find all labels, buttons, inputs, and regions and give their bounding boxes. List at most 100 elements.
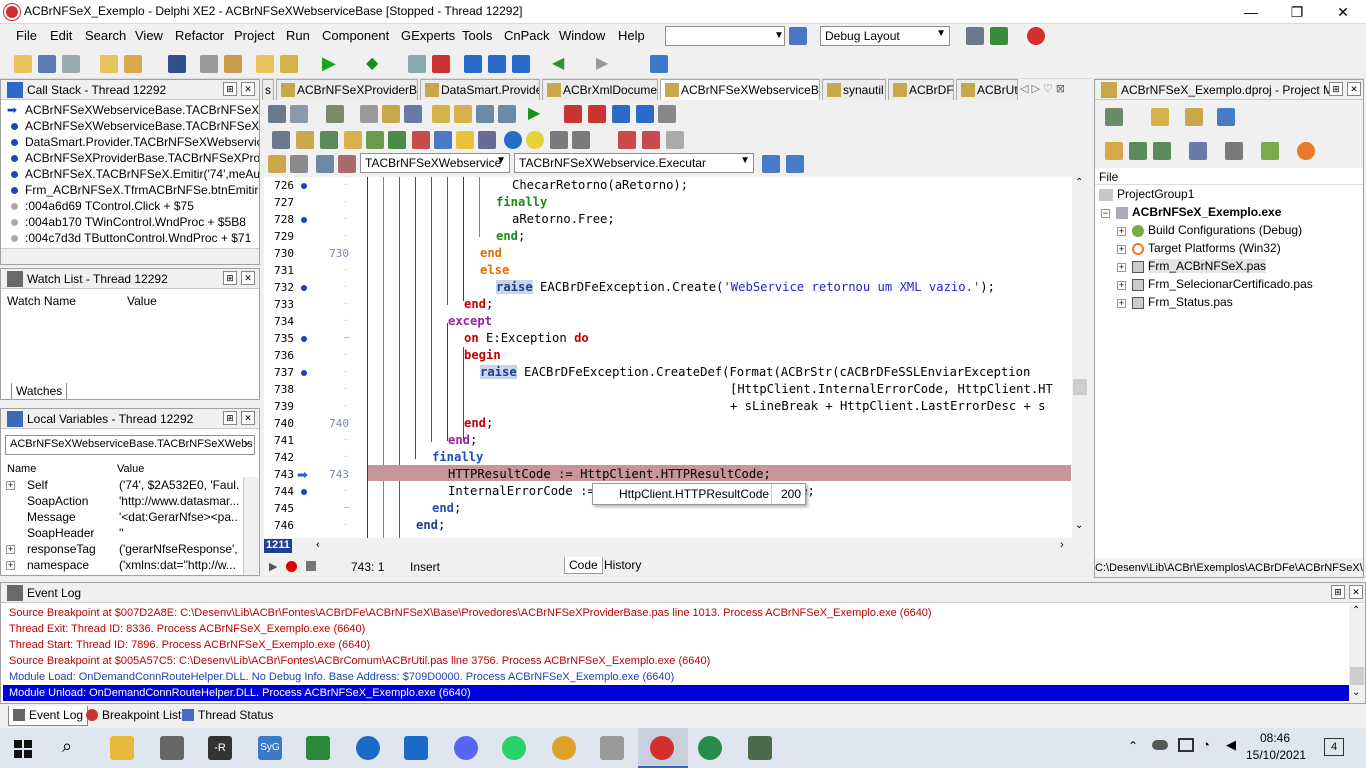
wifi-icon[interactable]: ◔ <box>1202 737 1210 752</box>
chevron-down-icon[interactable]: ▼ <box>774 30 784 41</box>
fold-marker[interactable]: · <box>344 366 347 377</box>
fold-marker[interactable]: · <box>344 281 347 292</box>
call-stack-row[interactable]: ACBrNFSeX.TACBrNFSeX.Emitir('74',meAuton <box>1 166 259 182</box>
chevron-down-icon[interactable]: ⌄ <box>1352 687 1360 698</box>
editor-tool-icon[interactable] <box>272 131 290 149</box>
scroll-thumb[interactable] <box>1350 667 1364 685</box>
tab-watches[interactable]: Watches <box>11 383 68 399</box>
impl-icon[interactable] <box>338 155 356 173</box>
layout-combo[interactable]: Debug Layout ▼ <box>820 26 950 46</box>
editor-tool-icon[interactable] <box>320 131 338 149</box>
close-button[interactable]: ✕ <box>1320 0 1366 24</box>
editor-tool-icon[interactable] <box>658 105 676 123</box>
tab-scroll-buttons[interactable]: ◁▷♡⊠ <box>1020 82 1068 95</box>
editor-tool-icon[interactable] <box>290 155 308 173</box>
menu-tools[interactable]: Tools <box>462 28 492 43</box>
local-var-row[interactable]: SoapHeader '' <box>1 525 243 541</box>
editor-tool-icon[interactable] <box>404 105 422 123</box>
fold-marker[interactable]: · <box>344 451 347 462</box>
menu-view[interactable]: View <box>135 28 163 43</box>
event-log-row-selected[interactable]: Module Unload: OnDemandConnRouteHelper.D… <box>9 685 471 701</box>
editor-tool-icon[interactable] <box>388 131 406 149</box>
call-stack-row[interactable]: ACBrNFSeXProviderBase.TACBrNFSeXProvide <box>1 150 259 166</box>
editor-vscrollbar[interactable]: ⌃ ⌄ <box>1072 177 1088 538</box>
tools-icon[interactable] <box>600 736 624 760</box>
menu-refactor[interactable]: Refactor <box>175 28 224 43</box>
expand-icon[interactable]: + <box>6 561 15 570</box>
tab-history[interactable]: History <box>600 557 645 573</box>
editor-tool-icon[interactable] <box>412 131 430 149</box>
mail-icon[interactable] <box>404 736 428 760</box>
editor-tool-icon[interactable] <box>268 155 286 173</box>
local-var-row[interactable]: + Self ('74', $2A532E0, 'Faul... <box>1 477 243 493</box>
breakpoint-dot-icon[interactable] <box>301 336 307 342</box>
chevron-up-icon[interactable]: ⌃ <box>1352 605 1360 616</box>
step-over-icon[interactable] <box>636 105 654 123</box>
editor-tool-icon[interactable] <box>456 131 474 149</box>
search-icon[interactable]: ⌕ <box>62 736 72 757</box>
fold-marker[interactable]: · <box>344 196 347 207</box>
editor-tool-icon[interactable] <box>360 105 378 123</box>
menu-window[interactable]: Window <box>559 28 605 43</box>
intf-icon[interactable] <box>316 155 334 173</box>
pin-icon[interactable]: ⊞ <box>1329 82 1343 96</box>
editor-tool-icon[interactable] <box>290 105 308 123</box>
platform-icon[interactable] <box>1261 142 1279 160</box>
fold-marker[interactable]: · <box>344 298 347 309</box>
editor-tool-icon[interactable] <box>478 131 496 149</box>
editor-tool-icon[interactable] <box>432 105 450 123</box>
run-to-cursor-icon[interactable] <box>512 55 530 73</box>
network-icon[interactable] <box>1178 738 1194 752</box>
calculator-icon[interactable] <box>160 736 184 760</box>
fold-marker[interactable]: · <box>344 264 347 275</box>
whatsapp-icon[interactable] <box>502 736 526 760</box>
run-icon[interactable]: ▶ <box>528 103 540 123</box>
target-icon[interactable] <box>1297 142 1315 160</box>
help-lifebuoy-icon[interactable] <box>1027 27 1045 45</box>
close-icon[interactable]: ✕ <box>241 411 255 425</box>
local-var-row[interactable]: SoapAction 'http://www.datasmar... <box>1 493 243 509</box>
run-without-debug-icon[interactable]: ◆ <box>366 53 378 73</box>
tree-node[interactable]: + Frm_ACBrNFSeX.pas <box>1117 259 1267 273</box>
call-stack-row[interactable]: :004ab170 TWinControl.WndProc + $5B8 <box>1 214 259 230</box>
stop-icon[interactable] <box>432 55 450 73</box>
clock-date[interactable]: 15/10/2021 <box>1246 748 1306 762</box>
editor-tool-icon[interactable] <box>642 131 660 149</box>
close-icon[interactable]: ✕ <box>1347 82 1361 96</box>
fold-marker[interactable]: – <box>344 332 350 343</box>
build-icon[interactable] <box>280 55 298 73</box>
menu-cnpack[interactable]: CnPack <box>504 28 550 43</box>
forward-icon[interactable]: ▶ <box>596 53 608 73</box>
expand-icon[interactable]: + <box>6 481 15 490</box>
tree-node[interactable]: + Frm_SelecionarCertificado.pas <box>1117 277 1313 291</box>
fold-marker[interactable]: · <box>344 434 347 445</box>
editor-tab[interactable]: ACBrUti <box>956 79 1018 100</box>
menu-gexperts[interactable]: GExperts <box>401 28 455 43</box>
fold-marker[interactable]: · <box>344 179 347 190</box>
collapse-icon[interactable]: − <box>1101 209 1110 218</box>
tab-breakpoint-list[interactable]: Breakpoint List <box>84 706 185 726</box>
sync-icon[interactable] <box>1105 142 1123 160</box>
menu-search[interactable]: Search <box>85 28 126 43</box>
code-editor[interactable]: ChecarRetorno(aRetorno); finally aRetorn… <box>360 177 1072 538</box>
close-icon[interactable]: ✕ <box>241 82 255 96</box>
frame-selector[interactable]: ACBrNFSeXWebserviceBase.TACBrNFSeXWebs ⌄ <box>5 435 255 455</box>
tree-node-group[interactable]: ProjectGroup1 <box>1099 187 1194 201</box>
editor-tool-icon[interactable] <box>572 131 590 149</box>
editor-tool-icon[interactable] <box>454 105 472 123</box>
window-app-icon[interactable] <box>748 736 772 760</box>
breakpoint-dot-icon[interactable] <box>301 370 307 376</box>
breakpoint-dot-icon[interactable] <box>301 285 307 291</box>
new-icon[interactable] <box>1151 108 1169 126</box>
notifications-icon[interactable]: 4 <box>1324 738 1344 756</box>
editor-gutter[interactable]: 726 · 727 · 728 · 729 · 730 · 730 731 · 732 · 733 · 734 · 7… <box>264 177 360 538</box>
chevron-up-icon[interactable]: ⌃ <box>1128 739 1138 753</box>
remove-icon[interactable] <box>1153 142 1171 160</box>
expand-icon[interactable]: + <box>6 545 15 554</box>
expand-icon[interactable]: + <box>1117 227 1126 236</box>
local-var-row[interactable]: Message '<dat:GerarNfse><pa... <box>1 509 243 525</box>
run-icon[interactable]: ▶ <box>322 53 336 74</box>
close-file-icon[interactable] <box>200 55 218 73</box>
stop-icon[interactable] <box>564 105 582 123</box>
list-icon[interactable] <box>1189 142 1207 160</box>
